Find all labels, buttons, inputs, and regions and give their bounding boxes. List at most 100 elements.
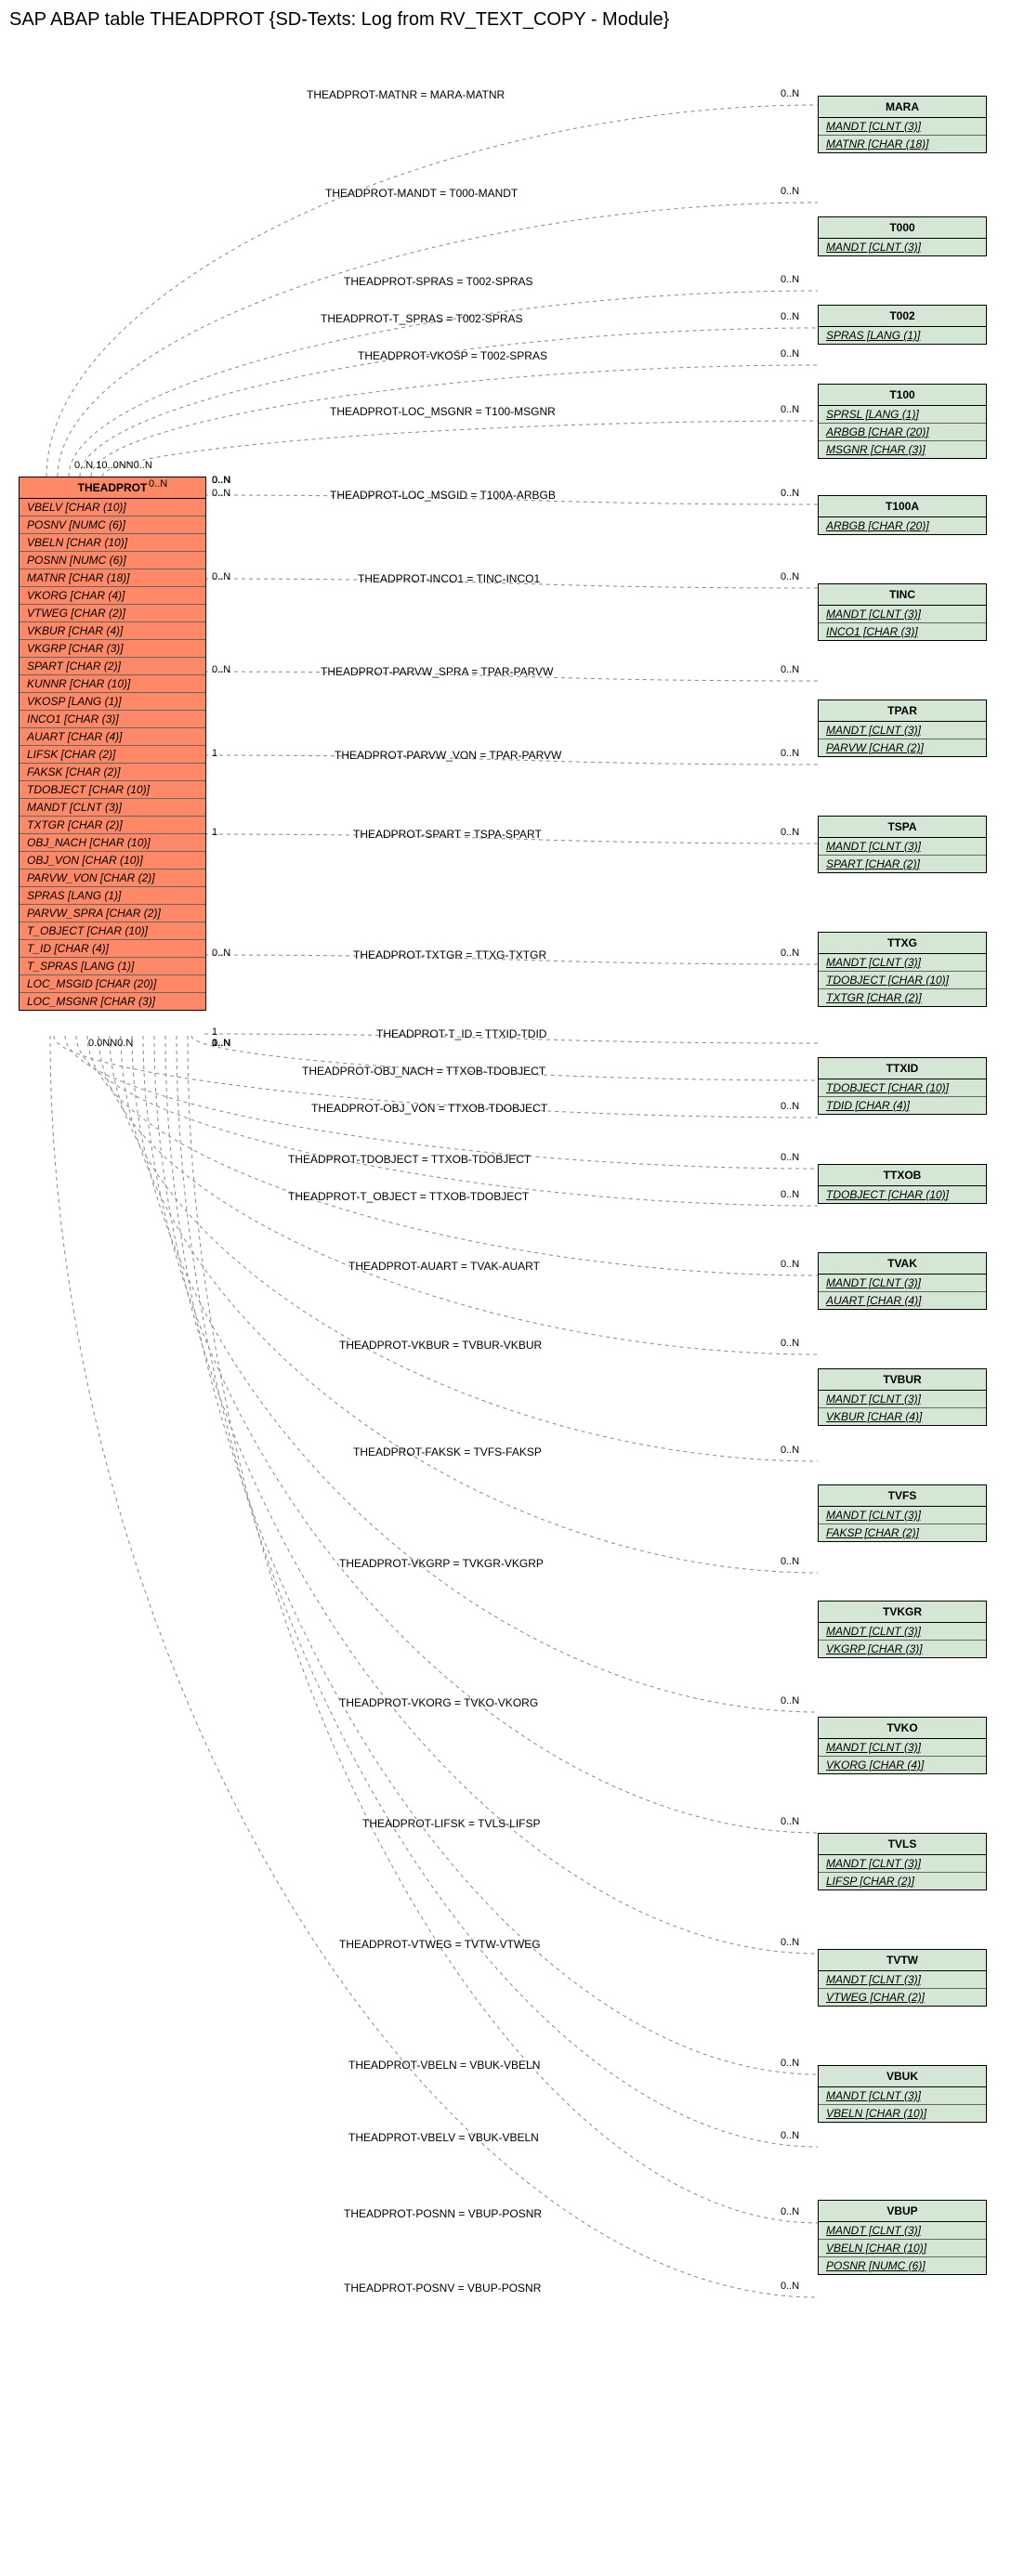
entity-field: LOC_MSGNR [CHAR (3)] <box>20 993 205 1010</box>
edge-label: THEADPROT-FAKSK = TVFS-FAKSP <box>353 1445 542 1458</box>
entity-field: FAKSP [CHAR (2)] <box>819 1524 986 1541</box>
edge-label: THEADPROT-PARVW_SPRA = TPAR-PARVW <box>321 665 553 678</box>
entity-field: TDID [CHAR (4)] <box>819 1097 986 1114</box>
entity-field: MANDT [CLNT (3)] <box>819 1855 986 1873</box>
card-top-on: 0..N <box>149 478 167 490</box>
entity-field: PARVW_VON [CHAR (2)] <box>20 870 205 887</box>
cardinality: 0..N <box>781 1101 799 1112</box>
entity-field: VKOSP [LANG (1)] <box>20 693 205 711</box>
entity-tvtw: TVTWMANDT [CLNT (3)]VTWEG [CHAR (2)] <box>818 1949 987 2007</box>
card-top-cluster: 0..N 10..0NN0..N <box>74 460 152 471</box>
entity-vbup: VBUPMANDT [CLNT (3)]VBELN [CHAR (10)]POS… <box>818 2200 987 2275</box>
cardinality: 0..N <box>781 827 799 838</box>
entity-tvfs: TVFSMANDT [CLNT (3)]FAKSP [CHAR (2)] <box>818 1484 987 1542</box>
entity-field: MANDT [CLNT (3)] <box>819 722 986 739</box>
er-diagram: THEADPROT VBELV [CHAR (10)]POSNV [NUMC (… <box>9 40 1002 2548</box>
entity-field: MANDT [CLNT (3)] <box>819 954 986 972</box>
entity-field: POSNV [NUMC (6)] <box>20 517 205 534</box>
entity-field: VBELN [CHAR (10)] <box>20 534 205 552</box>
edge-label: THEADPROT-SPRAS = T002-SPRAS <box>344 275 533 288</box>
cardinality: 0..N <box>212 488 230 499</box>
entity-t100a: T100AARBGB [CHAR (20)] <box>818 495 987 535</box>
entity-field: VBELV [CHAR (10)] <box>20 499 205 517</box>
cardinality: 0..N <box>781 348 799 360</box>
entity-header: TVKGR <box>819 1602 986 1623</box>
edge-label: THEADPROT-INCO1 = TINC-INCO1 <box>358 572 540 585</box>
entity-field: SPRAS [LANG (1)] <box>20 887 205 905</box>
entity-field: MANDT [CLNT (3)] <box>819 838 986 856</box>
edge-label: THEADPROT-VKORG = TVKO-VKORG <box>339 1696 538 1709</box>
cardinality: 0..N <box>212 948 230 959</box>
entity-header: VBUP <box>819 2201 986 2222</box>
entity-field: MATNR [CHAR (18)] <box>819 136 986 152</box>
entity-header: MARA <box>819 97 986 118</box>
entity-header: T100 <box>819 385 986 406</box>
entity-tspa: TSPAMANDT [CLNT (3)]SPART [CHAR (2)] <box>818 816 987 873</box>
entity-header: TVFS <box>819 1485 986 1507</box>
entity-field: AUART [CHAR (4)] <box>819 1292 986 1309</box>
cardinality: 0..N <box>781 664 799 675</box>
edge-label: THEADPROT-TDOBJECT = TTXOB-TDOBJECT <box>288 1153 531 1166</box>
entity-tvak: TVAKMANDT [CLNT (3)]AUART [CHAR (4)] <box>818 1252 987 1310</box>
cardinality: 0..N <box>212 475 230 486</box>
entity-field: MANDT [CLNT (3)] <box>819 118 986 136</box>
edge-label: THEADPROT-T_OBJECT = TTXOB-TDOBJECT <box>288 1190 529 1203</box>
entity-field: VKGRP [CHAR (3)] <box>20 640 205 658</box>
cardinality: 0..N <box>781 1556 799 1567</box>
entity-field: TDOBJECT [CHAR (10)] <box>819 972 986 989</box>
entity-field: PARVW [CHAR (2)] <box>819 739 986 756</box>
entity-field: TXTGR [CHAR (2)] <box>819 989 986 1006</box>
edge-label: THEADPROT-LOC_MSGID = T100A-ARBGB <box>330 489 556 502</box>
entity-field: TDOBJECT [CHAR (10)] <box>819 1079 986 1097</box>
entity-header: TVKO <box>819 1718 986 1739</box>
edge-label: THEADPROT-OBJ_NACH = TTXOB-TDOBJECT <box>302 1065 545 1078</box>
entity-header: TTXID <box>819 1058 986 1079</box>
entity-field: VTWEG [CHAR (2)] <box>20 605 205 622</box>
entity-header: TVBUR <box>819 1369 986 1391</box>
entity-vbuk: VBUKMANDT [CLNT (3)]VBELN [CHAR (10)] <box>818 2065 987 2123</box>
entity-field: KUNNR [CHAR (10)] <box>20 675 205 693</box>
cardinality: 0..N <box>781 274 799 285</box>
entity-header: TINC <box>819 584 986 606</box>
entity-header: VBUK <box>819 2066 986 2087</box>
cardinality: 0..N <box>781 186 799 197</box>
entity-field: MANDT [CLNT (3)] <box>819 1507 986 1524</box>
entity-header: T100A <box>819 496 986 517</box>
entity-header: T002 <box>819 306 986 327</box>
cardinality: 0..N <box>781 1937 799 1948</box>
entity-field: VKGRP [CHAR (3)] <box>819 1641 986 1657</box>
cardinality: 0..N <box>781 2206 799 2217</box>
entity-header: TPAR <box>819 700 986 722</box>
entity-header: T000 <box>819 217 986 239</box>
edge-label: THEADPROT-MATNR = MARA-MATNR <box>307 88 505 101</box>
entity-field: AUART [CHAR (4)] <box>20 728 205 746</box>
cardinality: 0..N <box>212 1038 230 1049</box>
entity-field: TDOBJECT [CHAR (10)] <box>20 781 205 799</box>
cardinality: 1 <box>212 748 217 759</box>
edge-label: THEADPROT-PARVW_VON = TPAR-PARVW <box>335 749 561 762</box>
entity-field: TXTGR [CHAR (2)] <box>20 817 205 834</box>
entity-field: MANDT [CLNT (3)] <box>819 1275 986 1292</box>
cardinality: 0..N <box>781 311 799 322</box>
cardinality: 0..N <box>781 1189 799 1200</box>
edge-label: THEADPROT-VTWEG = TVTW-VTWEG <box>339 1938 541 1951</box>
entity-field: ARBGB [CHAR (20)] <box>819 424 986 441</box>
cardinality: 0..N <box>781 1259 799 1270</box>
entity-field: SPART [CHAR (2)] <box>20 658 205 675</box>
entity-field: INCO1 [CHAR (3)] <box>819 623 986 640</box>
cardinality: 0..N <box>212 571 230 582</box>
entity-header: THEADPROT <box>20 477 205 499</box>
cardinality: 0..N <box>781 748 799 759</box>
entity-field: SPART [CHAR (2)] <box>819 856 986 872</box>
entity-ttxob: TTXOBTDOBJECT [CHAR (10)] <box>818 1164 987 1204</box>
entity-field: VKORG [CHAR (4)] <box>819 1757 986 1773</box>
cardinality: 0..N <box>781 1338 799 1349</box>
entity-field: MANDT [CLNT (3)] <box>819 1391 986 1408</box>
entity-field: MANDT [CLNT (3)] <box>20 799 205 817</box>
entity-field: LOC_MSGID [CHAR (20)] <box>20 975 205 993</box>
entity-header: TVLS <box>819 1834 986 1855</box>
edge-label: THEADPROT-T_SPRAS = T002-SPRAS <box>321 312 523 325</box>
entity-header: TSPA <box>819 817 986 838</box>
entity-field: VKORG [CHAR (4)] <box>20 587 205 605</box>
entity-field: MANDT [CLNT (3)] <box>819 1623 986 1641</box>
